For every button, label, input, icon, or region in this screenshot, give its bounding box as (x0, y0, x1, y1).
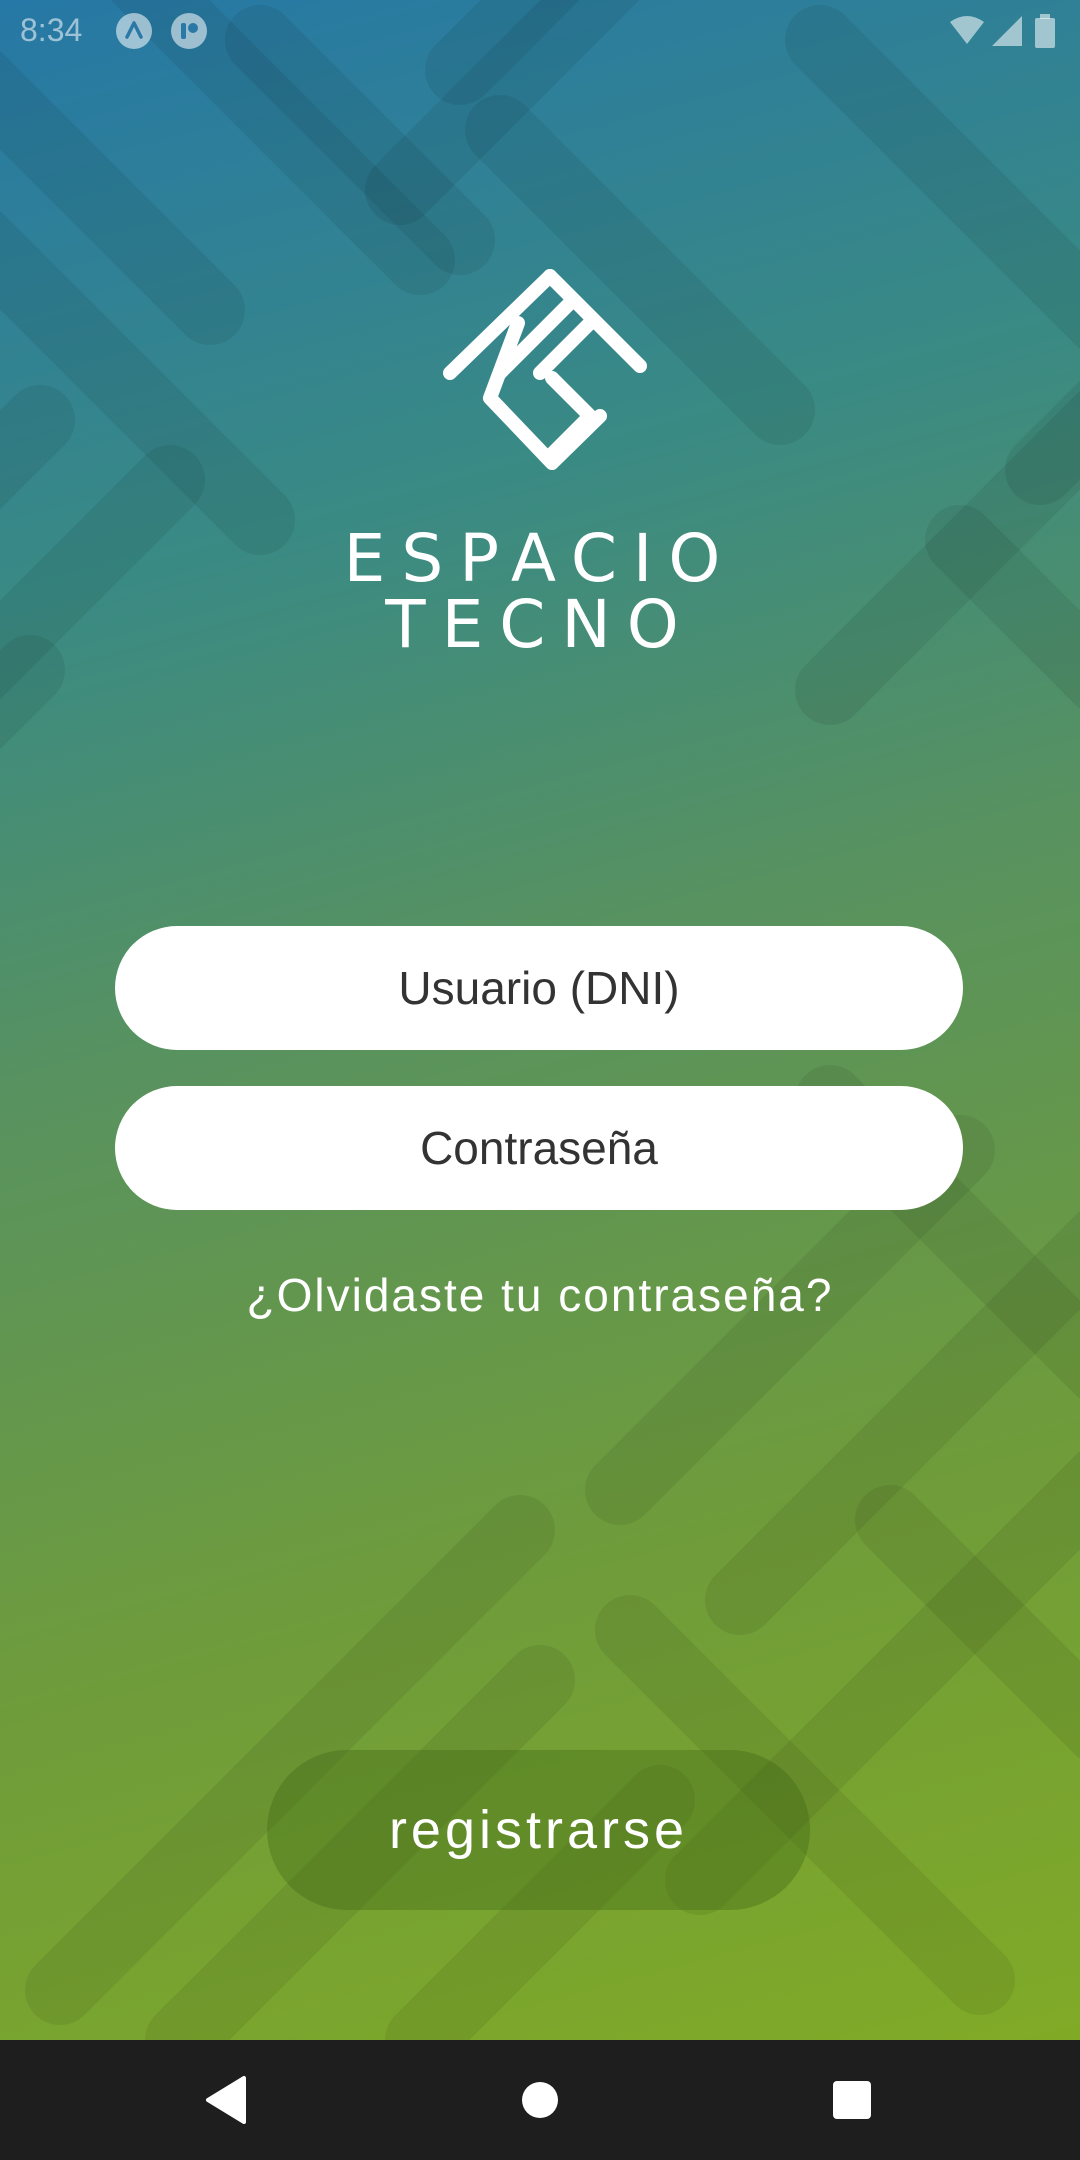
navigation-bar (0, 2040, 1080, 2160)
home-icon[interactable] (500, 2060, 580, 2140)
username-input[interactable] (115, 926, 963, 1050)
espacio-tecno-logo (443, 269, 647, 470)
password-input[interactable] (115, 1086, 963, 1210)
recents-icon[interactable] (812, 2060, 892, 2140)
signal-icon (992, 16, 1022, 46)
register-button-label: registrarse (388, 1800, 689, 1860)
status-bar: 8:34 (0, 0, 1080, 62)
status-time: 8:34 (20, 12, 83, 48)
app-notification-icon-a (116, 13, 152, 49)
battery-icon (1035, 14, 1055, 48)
back-icon[interactable] (186, 2060, 266, 2140)
login-screen: 8:34 ESPACIO TECNO Usuario (DNI) ¿Olvida… (0, 0, 1080, 2160)
app-notification-icon-b (171, 13, 207, 49)
register-button[interactable]: registrarse (267, 1750, 810, 1910)
brand-name-line2: TECNO (385, 586, 695, 663)
forgot-password-link[interactable]: ¿Olvidaste tu contraseña? (0, 1268, 1080, 1322)
wifi-icon (950, 16, 984, 44)
